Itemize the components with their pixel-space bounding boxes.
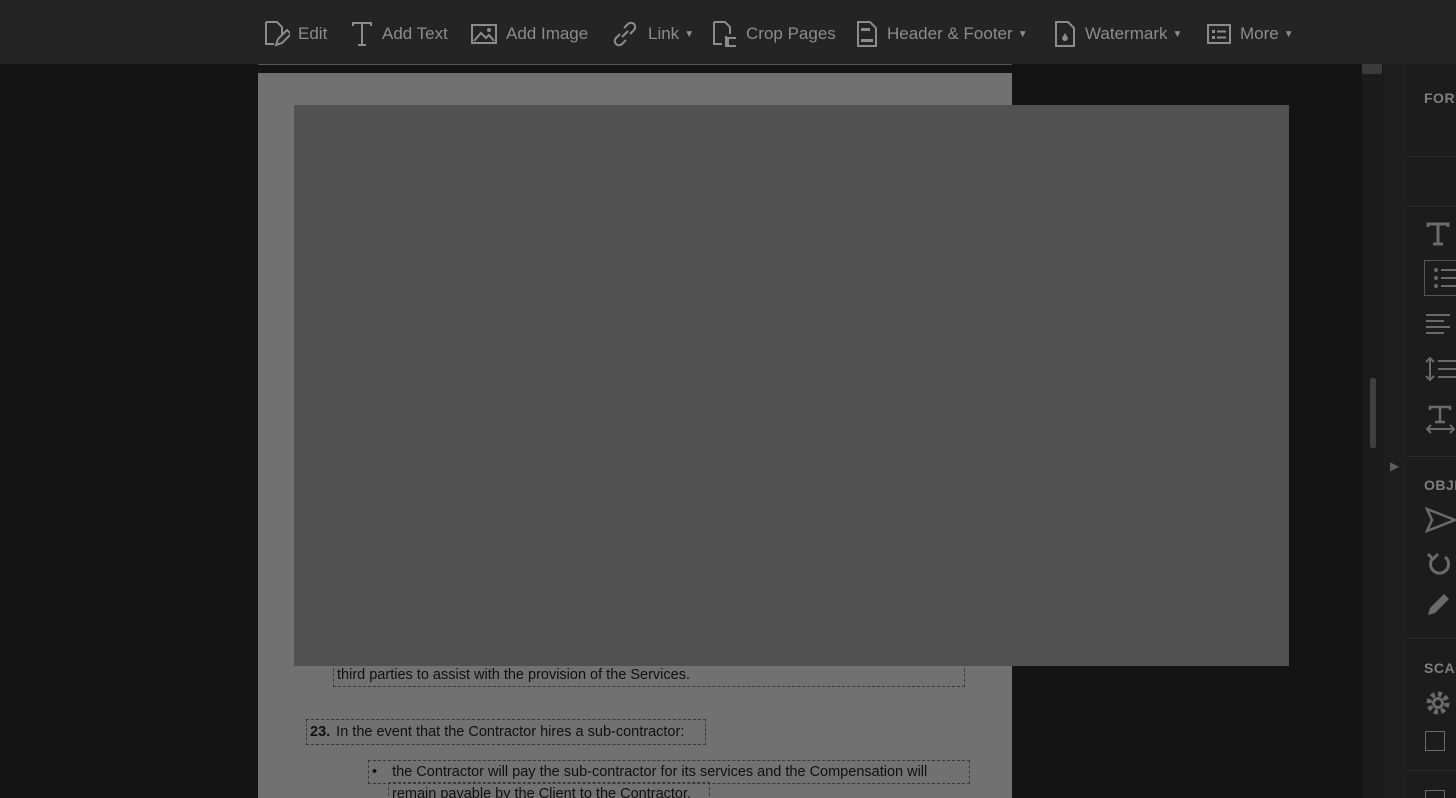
- watermark-icon: [1055, 21, 1075, 47]
- image-icon: [471, 24, 497, 44]
- bullet-1-line-1-box[interactable]: • the Contractor will pay the sub-contra…: [368, 760, 970, 784]
- panel-divider: [1407, 156, 1456, 157]
- paragraph-22-tail: third parties to assist with the provisi…: [337, 667, 690, 683]
- gear-icon[interactable]: [1425, 690, 1451, 716]
- line-spacing-icon[interactable]: [1425, 356, 1456, 382]
- text-icon: [352, 22, 372, 46]
- panel-divider: [1407, 206, 1456, 207]
- chevron-down-icon: ▼: [1172, 28, 1183, 40]
- edit-label: Edit: [298, 24, 328, 43]
- scan-section-title: SCAN: [1424, 660, 1456, 676]
- more-label: More: [1240, 24, 1279, 43]
- chevron-down-icon: ▼: [1017, 28, 1028, 40]
- panel-toggle-strip[interactable]: ▶: [1383, 64, 1407, 798]
- add-image-button[interactable]: Add Image: [470, 14, 588, 54]
- scan-checkbox[interactable]: [1425, 731, 1445, 751]
- format-section-title: FORMAT: [1424, 90, 1456, 106]
- more-button[interactable]: More ▼: [1206, 14, 1294, 54]
- crop-pages-button[interactable]: Crop Pages: [710, 14, 836, 54]
- chevron-down-icon: ▼: [1283, 28, 1294, 40]
- header-footer-icon: [857, 21, 877, 47]
- add-image-label: Add Image: [506, 24, 589, 43]
- link-button[interactable]: Link ▼: [610, 14, 694, 54]
- crop-pages-label: Crop Pages: [746, 24, 836, 43]
- panel-divider: [1407, 456, 1456, 457]
- crop-pages-icon: [713, 21, 736, 47]
- panel-divider: [1407, 770, 1456, 771]
- item-23-text: In the event that the Contractor hires a…: [336, 724, 685, 740]
- right-properties-panel: FORMAT OBJECTS SCAN: [1407, 64, 1456, 798]
- scrollbar-thumb[interactable]: [1370, 378, 1376, 448]
- item-23-number: 23.: [310, 724, 331, 740]
- add-text-button[interactable]: Add Text: [350, 14, 448, 54]
- bullet-1-line-1: the Contractor will pay the sub-contract…: [392, 764, 928, 780]
- objects-section-title: OBJECTS: [1424, 477, 1456, 493]
- link-icon: [613, 21, 637, 47]
- watermark-label: Watermark: [1085, 24, 1168, 43]
- add-text-label: Add Text: [382, 24, 448, 43]
- loading-overlay: [294, 105, 1289, 666]
- bulleted-list-icon: [1434, 268, 1456, 288]
- text-format-icon[interactable]: [1425, 221, 1451, 247]
- link-label: Link: [648, 24, 680, 43]
- chevron-down-icon: ▼: [684, 28, 695, 40]
- item-23-text-box[interactable]: 23. In the event that the Contractor hire…: [306, 719, 706, 745]
- bullet-marker: •: [372, 764, 378, 780]
- edit-button[interactable]: Edit: [260, 14, 327, 54]
- pencil-icon[interactable]: [1425, 590, 1453, 618]
- send-icon[interactable]: [1425, 506, 1456, 534]
- panel-checkbox[interactable]: [1425, 790, 1445, 798]
- header-footer-button[interactable]: Header & Footer ▼: [855, 14, 1028, 54]
- scrollbar-top-cap: [1362, 64, 1382, 74]
- bullet-1-line-2: remain payable by the Client to the Cont…: [392, 786, 692, 798]
- align-left-icon[interactable]: [1425, 312, 1456, 334]
- bullet-1-line-2-box[interactable]: remain payable by the Client to the Cont…: [388, 782, 710, 798]
- rotate-icon[interactable]: [1425, 550, 1453, 578]
- previous-page-edge: [258, 64, 1012, 65]
- list-format-button[interactable]: [1424, 260, 1456, 296]
- edit-icon: [265, 21, 290, 47]
- more-icon: [1207, 24, 1231, 44]
- top-toolbar: Edit Add Text Add Image Link ▼ Crop Page…: [0, 0, 1456, 65]
- panel-divider: [1407, 638, 1456, 639]
- header-footer-label: Header & Footer: [887, 24, 1013, 43]
- character-spacing-icon[interactable]: [1425, 404, 1456, 434]
- chevron-right-icon[interactable]: ▶: [1390, 459, 1399, 473]
- watermark-button[interactable]: Watermark ▼: [1053, 14, 1182, 54]
